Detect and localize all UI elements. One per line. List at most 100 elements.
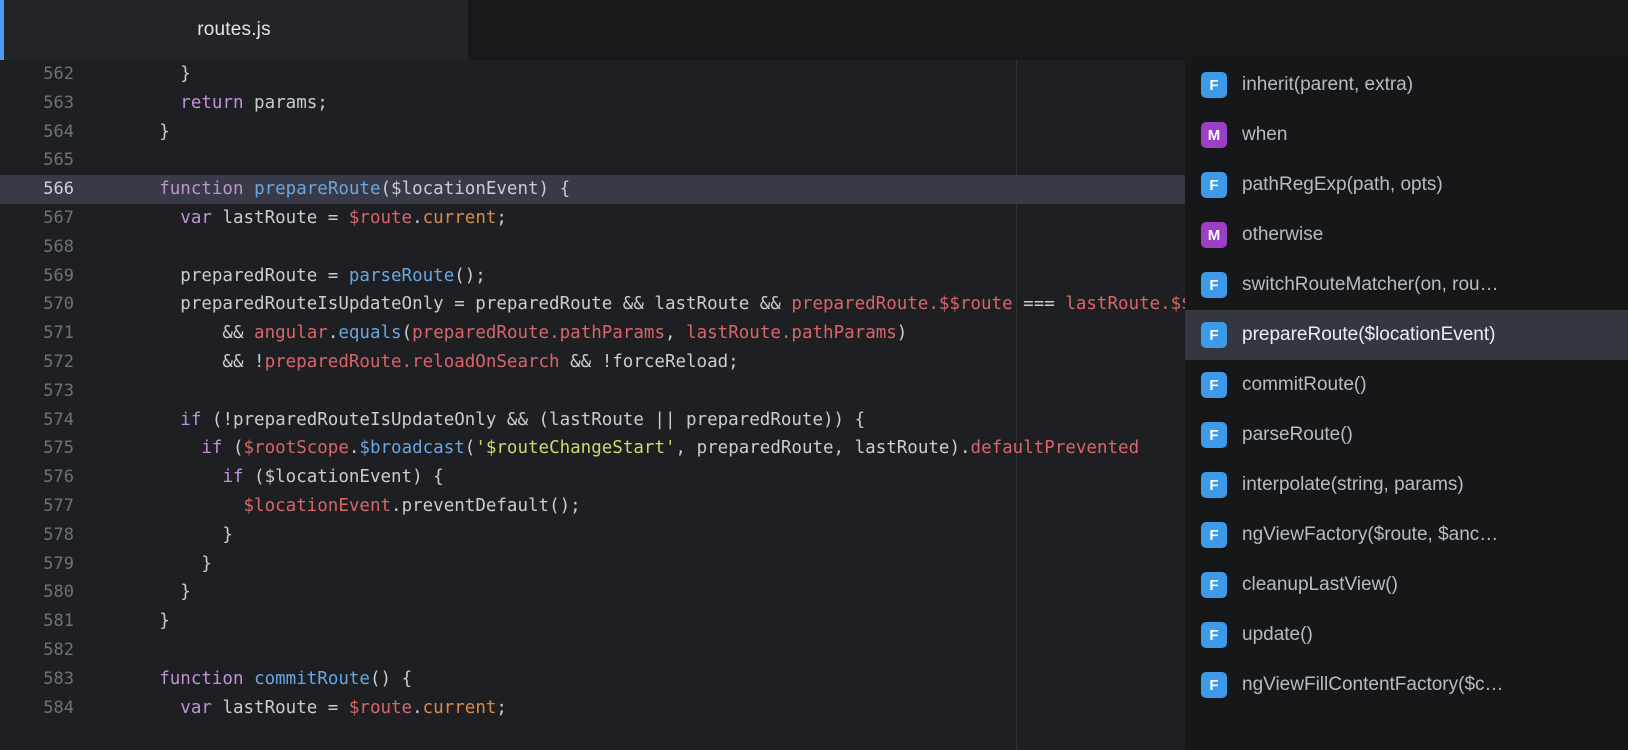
tab-bar: routes.js [0, 0, 1628, 60]
code-token: $route [348, 207, 413, 228]
line-number: 562 [43, 64, 74, 84]
tab-routes-js[interactable]: routes.js [0, 0, 468, 60]
code-token: commitRoute [254, 668, 370, 689]
line-number: 575 [43, 438, 74, 459]
editor-window: routes.js 562 } 563 return params; 564 } 56… [0, 0, 1628, 750]
code-line-text: function prepareRoute($locationEvent) { [96, 175, 570, 204]
code-line-text: if (!preparedRouteIsUpdateOnly && (lastR… [96, 406, 865, 435]
code-token: $broadcast [359, 438, 465, 459]
function-icon: F [1201, 72, 1227, 98]
code-line-text: } [96, 118, 170, 147]
code-token: equals [338, 323, 402, 344]
code-token: preparedRouteIsUpdateOnly = preparedRout… [96, 294, 792, 315]
code-token: current [422, 697, 497, 718]
code-token: prepareRoute [254, 179, 381, 200]
code-token: } [96, 553, 212, 574]
autocomplete-item[interactable]: Fupdate() [1185, 610, 1628, 660]
code-token: if [222, 467, 244, 488]
line-number: 578 [43, 524, 74, 545]
code-token: preparedRoute.reloadOnSearch [264, 351, 560, 372]
function-icon: F [1201, 372, 1227, 398]
autocomplete-item-label: update() [1242, 624, 1313, 645]
autocomplete-item[interactable]: Finterpolate(string, params) [1185, 460, 1628, 510]
code-line-text: preparedRoute = parseRoute(); [96, 262, 486, 291]
method-icon: M [1201, 222, 1227, 248]
autocomplete-item[interactable]: FcleanupLastView() [1185, 560, 1628, 610]
autocomplete-popup[interactable]: Finherit(parent, extra) Mwhen FpathRegExp(… [1185, 60, 1628, 750]
code-token: $route [348, 697, 413, 718]
autocomplete-item-label: inherit(parent, extra) [1242, 74, 1414, 95]
autocomplete-item[interactable]: Finherit(parent, extra) [1185, 60, 1628, 110]
autocomplete-item[interactable]: FswitchRouteMatcher(on, rou… [1185, 260, 1628, 310]
autocomplete-item[interactable]: FngViewFillContentFactory($c… [1185, 660, 1628, 710]
code-token: } [96, 524, 233, 545]
code-token: ; [496, 207, 507, 228]
autocomplete-item-label: commitRoute() [1242, 374, 1367, 395]
line-number: 579 [43, 553, 74, 574]
code-token: lastRoute = [211, 697, 349, 718]
autocomplete-item[interactable]: FparseRoute() [1185, 410, 1628, 460]
line-number: 565 [43, 150, 74, 171]
code-token: } [96, 582, 191, 603]
autocomplete-item-label: ngViewFillContentFactory($c… [1242, 674, 1504, 695]
code-token: ; [496, 697, 507, 718]
code-token: } [96, 611, 170, 632]
line-number: 583 [43, 668, 74, 689]
code-token: (); [454, 265, 486, 286]
code-token: , preparedRoute, lastRoute). [675, 438, 971, 459]
code-token: $locationEvent [243, 495, 392, 516]
function-icon: F [1201, 272, 1227, 298]
code-line-text: preparedRouteIsUpdateOnly = preparedRout… [96, 290, 1244, 319]
line-number: 567 [43, 207, 74, 228]
code-token: , [665, 323, 687, 344]
code-line-text: $locationEvent.preventDefault(); [96, 492, 581, 521]
autocomplete-item[interactable]: Mwhen [1185, 110, 1628, 160]
code-token: . [412, 697, 423, 718]
code-line-text: } [96, 607, 170, 636]
code-token: . [391, 495, 402, 516]
code-line-text: var lastRoute = $route.current; [96, 694, 507, 723]
code-token: var [180, 697, 212, 718]
code-token: var [180, 207, 212, 228]
autocomplete-item[interactable]: FngViewFactory($route, $anc… [1185, 510, 1628, 560]
autocomplete-item-label: pathRegExp(path, opts) [1242, 174, 1443, 195]
code-token: function [159, 179, 244, 200]
code-token: } [96, 64, 191, 84]
code-line-text: if ($locationEvent) { [96, 463, 444, 492]
code-token: if [180, 409, 202, 430]
autocomplete-item[interactable]: FcommitRoute() [1185, 360, 1628, 410]
code-token: params; [243, 92, 328, 113]
autocomplete-item[interactable]: Motherwise [1185, 210, 1628, 260]
line-number: 564 [43, 121, 74, 142]
code-token: } [96, 121, 170, 142]
code-line-text: && !preparedRoute.reloadOnSearch && !for… [96, 348, 738, 377]
line-number: 582 [43, 639, 74, 660]
code-token: current [422, 207, 497, 228]
autocomplete-item[interactable]: FprepareRoute($locationEvent) [1185, 310, 1628, 360]
code-token: parseRoute [348, 265, 455, 286]
code-token: ($locationEvent) { [243, 467, 444, 488]
code-token: $rootScope [243, 438, 349, 459]
line-number: 584 [43, 697, 74, 718]
code-token: . [348, 438, 360, 459]
line-number: 581 [43, 611, 74, 632]
line-number: 576 [43, 467, 74, 488]
function-icon: F [1201, 472, 1227, 498]
autocomplete-item-list: Finherit(parent, extra) Mwhen FpathRegExp(… [1185, 60, 1628, 710]
code-token: ( [464, 438, 476, 459]
code-token: if [201, 438, 223, 459]
code-line-text: } [96, 521, 233, 550]
code-token: preparedRoute.$$route [791, 294, 1013, 315]
code-line-text: if ($rootScope.$broadcast('$routeChangeS… [96, 434, 1139, 463]
autocomplete-item[interactable]: FpathRegExp(path, opts) [1185, 160, 1628, 210]
code-token: lastRoute = [211, 207, 349, 228]
code-line-text: } [96, 60, 191, 89]
